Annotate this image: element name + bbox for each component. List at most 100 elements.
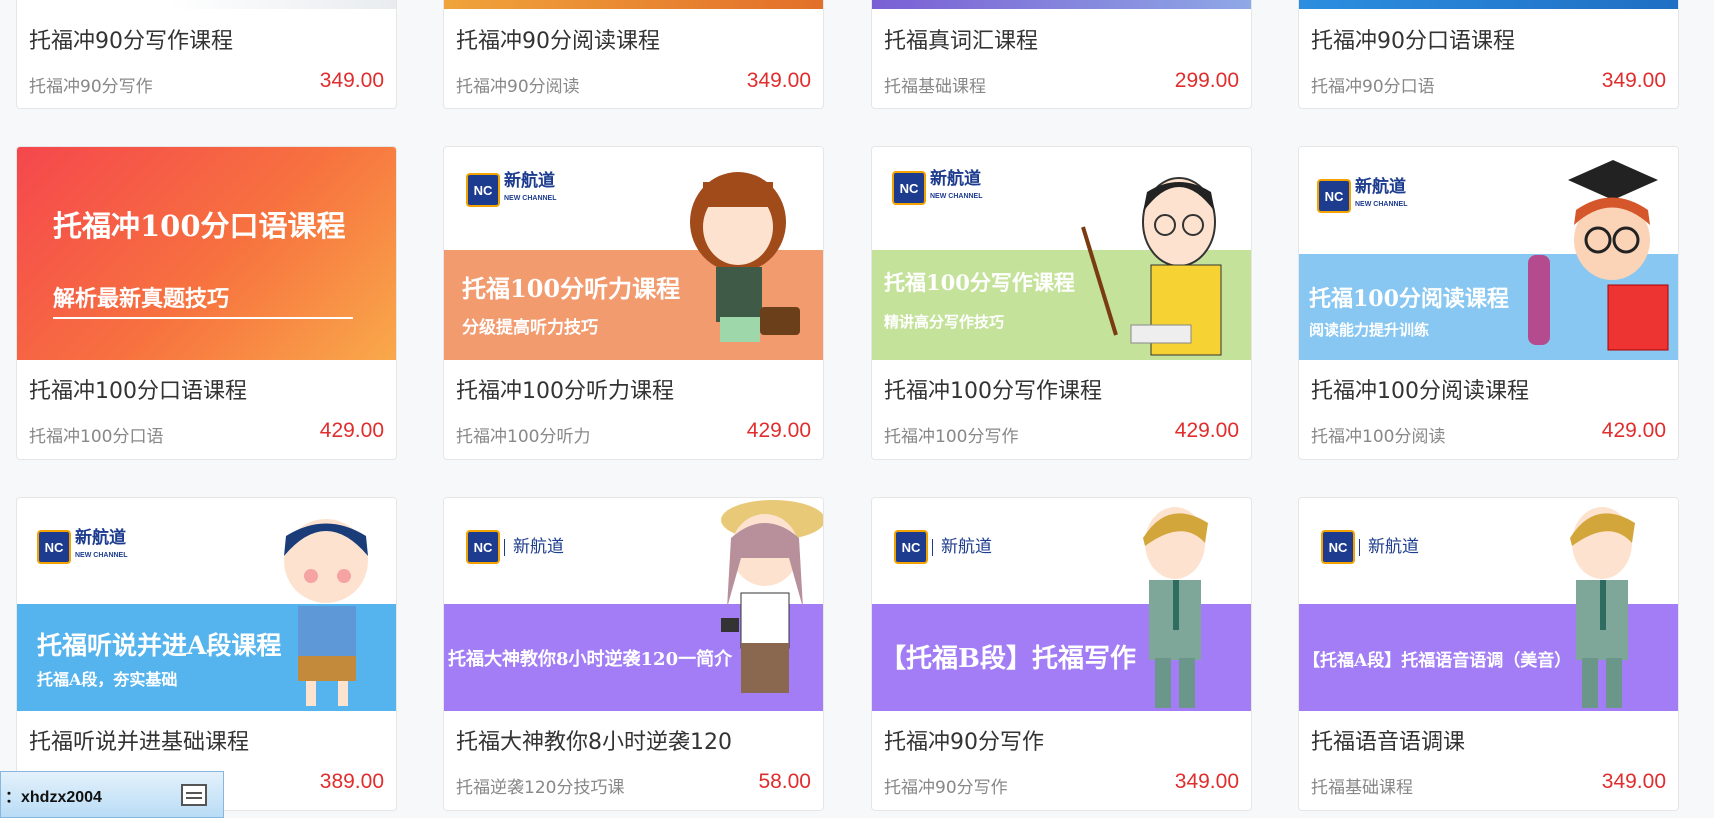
course-grid: 托福冲90分写作课程 托福冲90分写作 349.00 托福冲90分阅读课程 托福… [0,0,1714,818]
course-card[interactable]: 托福冲100分口语课程 解析最新真题技巧 托福冲100分口语课程 托福冲100分… [16,146,397,460]
nc-logo-icon: NC [466,530,500,564]
course-title: 托福冲100分口语课程 [29,379,247,404]
course-subtitle: 托福冲90分写作 [29,77,153,97]
course-banner [444,0,823,9]
banner-tagline: 托福A段，夯实基础 [37,670,178,689]
logo-name: 新航道 NEW CHANNEL [75,528,128,560]
course-title: 托福大神教你8小时逆袭120 [456,730,732,755]
brand-logo: NC 新航道 [466,530,564,564]
course-banner: NC 新航道 NEW CHANNEL 托福听说并进A段课程 托福A段，夯实基础 [17,498,396,711]
course-card[interactable]: NC 新航道 NEW CHANNEL 托福100分写作课程 精讲高分写作技巧 托福… [871,146,1252,460]
brand-logo: NC 新航道 NEW CHANNEL [466,173,557,207]
course-price: 349.00 [1174,770,1239,793]
logo-name: 新航道 [504,538,564,556]
course-title: 托福冲90分写作课程 [29,29,233,54]
banner-headline: 【托福A段】托福语音语调（美音） [1303,651,1572,671]
course-card[interactable]: NC 新航道 NEW CHANNEL 托福听说并进A段课程 托福A段，夯实基础 托… [16,497,397,811]
boy-illustration-icon [284,519,368,706]
brand-logo: NC 新航道 [894,530,992,564]
course-price: 349.00 [319,69,384,92]
course-subtitle: 托福基础课程 [884,77,986,97]
course-card[interactable]: NC 新航道 【托福B段】托福写作 托福冲90分写作 托福冲90分写作 349.… [871,497,1252,811]
course-banner [872,0,1251,9]
course-card[interactable]: 托福冲90分写作课程 托福冲90分写作 349.00 [16,0,397,109]
banner-headline: 托福听说并进A段课程 [37,631,282,660]
course-price: 349.00 [1601,69,1666,92]
nc-logo-icon: NC [37,530,71,564]
course-price: 429.00 [1601,419,1666,442]
course-subtitle: 托福基础课程 [1311,778,1413,798]
course-banner [17,0,396,9]
course-price: 349.00 [1601,770,1666,793]
banner-headline: 托福100分阅读课程 [1309,286,1509,312]
logo-name: 新航道 NEW CHANNEL [930,169,983,201]
course-subtitle: 托福冲100分阅读 [1311,427,1446,447]
course-banner: NC 新航道 托福大神教你8小时逆袭120一简介 [444,498,823,711]
course-subtitle: 托福逆袭120分技巧课 [456,778,625,798]
minimize-window-icon[interactable] [181,784,207,806]
banner-tagline: 分级提高听力技巧 [462,318,598,338]
traveler-girl-illustration-icon [721,500,823,693]
course-banner: NC 新航道 NEW CHANNEL 托福100分阅读课程 阅读能力提升训练 [1299,147,1678,360]
banner-underline [53,317,353,319]
course-subtitle: 托福冲90分阅读 [456,77,580,97]
course-price: 429.00 [746,419,811,442]
course-price: 429.00 [1174,419,1239,442]
logo-name: 新航道 [1359,538,1419,556]
course-price: 299.00 [1174,69,1239,92]
nc-logo-icon: NC [1317,179,1351,213]
course-card[interactable]: 托福冲90分阅读课程 托福冲90分阅读 349.00 [443,0,824,109]
graduate-illustration-icon [1528,160,1669,351]
course-title: 托福听说并进基础课程 [29,730,250,755]
course-banner: NC 新航道 NEW CHANNEL 托福100分听力课程 分级提高听力技巧 [444,147,823,360]
banner-headline: 托福100分听力课程 [462,274,681,303]
course-title: 托福冲100分写作课程 [884,379,1102,404]
course-banner: 托福冲100分口语课程 解析最新真题技巧 [17,147,396,360]
course-subtitle: 托福冲100分听力 [456,427,591,447]
banner-tagline: 阅读能力提升训练 [1309,321,1430,339]
course-title: 托福语音语调课 [1311,730,1466,755]
course-subtitle: 托福冲100分口语 [29,427,164,447]
nc-logo-icon: NC [466,173,500,207]
girl-illustration-icon [690,172,800,342]
course-title: 托福冲90分阅读课程 [456,29,660,54]
course-subtitle: 托福冲90分口语 [1311,77,1435,97]
banner-headline: 托福100分写作课程 [884,270,1075,295]
banner-headline: 托福大神教你8小时逆袭120一简介 [448,649,733,670]
floating-bar-text: ：xhdzx2004 [5,788,102,806]
nc-logo-icon: NC [1321,530,1355,564]
course-card[interactable]: NC 新航道 托福大神教你8小时逆袭120一简介 托福大神教你8小时逆袭120 … [443,497,824,811]
floating-chat-bar[interactable]: ：xhdzx2004 [0,771,224,818]
course-banner: NC 新航道 NEW CHANNEL 托福100分写作课程 精讲高分写作技巧 [872,147,1251,360]
course-card[interactable]: NC 新航道 NEW CHANNEL 托福100分阅读课程 阅读能力提升训练 托福… [1298,146,1679,460]
course-card[interactable]: 托福真词汇课程 托福基础课程 299.00 [871,0,1252,109]
businessman-illustration-icon [1570,507,1635,708]
brand-logo: NC 新航道 NEW CHANNEL [37,530,128,564]
brand-logo: NC 新航道 [1321,530,1419,564]
nc-logo-icon: NC [894,530,928,564]
course-price: 389.00 [319,770,384,793]
banner-headline: 【托福B段】托福写作 [880,644,1136,674]
course-title: 托福冲90分写作 [884,730,1044,755]
logo-name: 新航道 NEW CHANNEL [504,171,557,203]
course-card[interactable]: 托福冲90分口语课程 托福冲90分口语 349.00 [1298,0,1679,109]
brand-logo: NC 新航道 NEW CHANNEL [892,171,983,205]
course-card[interactable]: NC 新航道 NEW CHANNEL 托福100分听力课程 分级提高听力技巧 托福… [443,146,824,460]
course-title: 托福冲100分听力课程 [456,379,674,404]
banner-headline: 托福冲100分口语课程 [53,209,346,243]
course-price: 349.00 [746,69,811,92]
course-card[interactable]: NC 新航道 【托福A段】托福语音语调（美音） 托福语音语调课 托福基础课程 3… [1298,497,1679,811]
course-banner: NC 新航道 【托福B段】托福写作 [872,498,1251,711]
course-title: 托福冲100分阅读课程 [1311,379,1529,404]
course-subtitle: 托福冲90分写作 [884,778,1008,798]
logo-name: 新航道 NEW CHANNEL [1355,177,1408,209]
businessman-illustration-icon [1143,507,1208,708]
teacher-illustration-icon [1081,177,1222,356]
course-price: 429.00 [319,419,384,442]
banner-tagline: 精讲高分写作技巧 [884,313,1005,331]
brand-logo: NC 新航道 NEW CHANNEL [1317,179,1408,213]
course-title: 托福冲90分口语课程 [1311,29,1515,54]
course-subtitle: 托福冲100分写作 [884,427,1019,447]
nc-logo-icon: NC [892,171,926,205]
banner-tagline: 解析最新真题技巧 [53,286,230,312]
